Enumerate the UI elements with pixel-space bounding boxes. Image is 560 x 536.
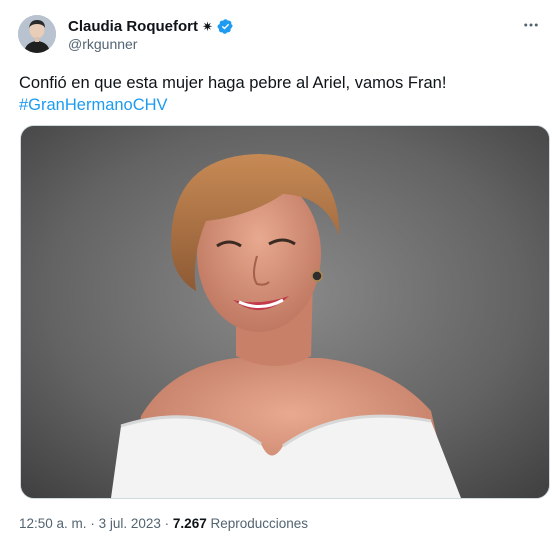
meta-separator: · <box>90 516 95 531</box>
avatar[interactable] <box>18 15 56 53</box>
tweet-photo[interactable] <box>20 125 550 499</box>
more-options-button[interactable] <box>520 14 542 36</box>
tweet-text: Confió en que esta mujer haga pebre al A… <box>19 72 544 116</box>
tweet-time[interactable]: 12:50 a. m. <box>19 516 87 531</box>
sparkle-emoji: ✷ <box>202 18 213 34</box>
views-label: Reproducciones <box>210 516 309 531</box>
more-horizontal-icon <box>524 23 538 27</box>
author-handle[interactable]: @rkgunner <box>68 36 137 52</box>
views-count: 7.267 <box>172 516 207 531</box>
photo-woman-portrait <box>21 126 549 498</box>
meta-separator: · <box>164 516 170 531</box>
hashtag-link[interactable]: #GranHermanoCHV <box>19 94 544 116</box>
verified-badge-icon <box>217 18 234 35</box>
tweet-card: Claudia Roquefort ✷ @rkgunner Confió en … <box>0 0 560 536</box>
author-display-name[interactable]: Claudia Roquefort <box>68 18 198 35</box>
author-name-row[interactable]: Claudia Roquefort ✷ <box>68 17 234 35</box>
tweet-date[interactable]: 3 jul. 2023 <box>99 516 161 531</box>
tweet-meta: 12:50 a. m. · 3 jul. 2023 · 7.267 Reprod… <box>19 516 308 531</box>
avatar-image <box>18 15 56 53</box>
tweet-body: Confió en que esta mujer haga pebre al A… <box>19 74 447 92</box>
